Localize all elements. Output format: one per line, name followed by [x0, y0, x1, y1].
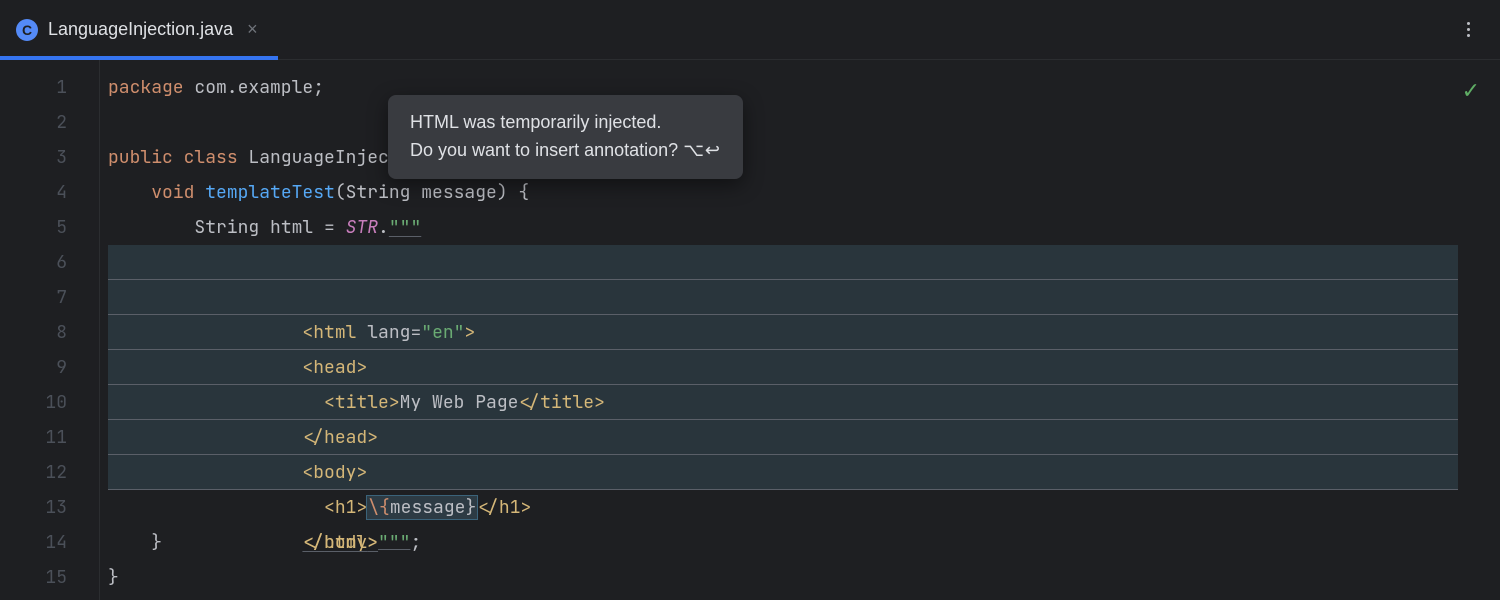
line-number[interactable]: 11 [0, 420, 67, 455]
line-number-gutter: 1 2 3 4 5 6 7 8 9 10 11 12 13 14 15 [0, 60, 100, 600]
close-tab-icon[interactable]: × [243, 17, 262, 42]
editor-tab[interactable]: C LanguageInjection.java × [0, 0, 278, 59]
tooltip-text-line: HTML was temporarily injected. [410, 109, 721, 137]
code-line: package com.example; [100, 70, 1500, 105]
inspection-status-icon[interactable]: ✓ [1462, 78, 1480, 104]
line-number[interactable]: 9 [0, 350, 67, 385]
line-number[interactable]: 15 [0, 560, 67, 595]
tooltip-text-line: Do you want to insert annotation? ⌥↩ [410, 137, 721, 165]
line-number[interactable]: 13 [0, 490, 67, 525]
code-line: void templateTest(String message) { [100, 175, 1500, 210]
line-number[interactable]: 10 [0, 385, 67, 420]
line-number[interactable]: 12 [0, 455, 67, 490]
line-number[interactable]: 2 [0, 105, 67, 140]
line-number[interactable]: 8 [0, 315, 67, 350]
tab-bar-actions [1459, 16, 1500, 43]
line-number[interactable]: 7 [0, 280, 67, 315]
editor-area: 1 2 3 4 5 6 7 8 9 10 11 12 13 14 15 pack… [0, 60, 1500, 600]
line-number[interactable]: 6 [0, 245, 67, 280]
line-number[interactable]: 3 [0, 140, 67, 175]
intention-tooltip[interactable]: HTML was temporarily injected. Do you wa… [388, 95, 743, 179]
class-file-icon: C [16, 19, 38, 41]
code-line: } [100, 560, 1500, 595]
code-area[interactable]: package com.example; public class Langua… [100, 60, 1500, 600]
keyboard-shortcut: ⌥↩ [683, 140, 721, 160]
code-line [100, 105, 1500, 140]
code-line: <head> [100, 280, 1500, 315]
tab-title: LanguageInjection.java [48, 19, 233, 40]
code-line: <html lang="en"> [100, 245, 1500, 280]
code-line: String html = STR.""" [100, 210, 1500, 245]
code-line: public class LanguageInjection { [100, 140, 1500, 175]
more-menu-icon[interactable] [1459, 16, 1478, 43]
tab-bar: C LanguageInjection.java × [0, 0, 1500, 60]
line-number[interactable]: 4 [0, 175, 67, 210]
line-number[interactable]: 14 [0, 525, 67, 560]
line-number[interactable]: 1 [0, 70, 67, 105]
line-number[interactable]: 5 [0, 210, 67, 245]
